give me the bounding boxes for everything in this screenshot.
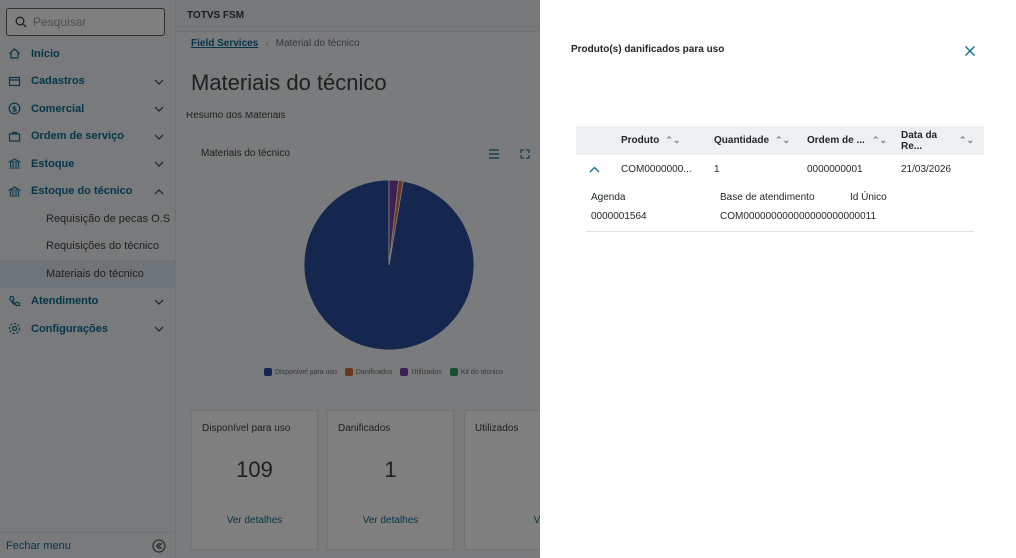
column-header-label: Produto xyxy=(621,135,660,146)
products-table: Produto ⌃⌄ Quantidade ⌃⌄ Ordem de ... ⌃⌄ Da… xyxy=(576,126,984,232)
detail-value-base: COM000000000000000000000011 xyxy=(720,211,877,222)
column-header-label: Data da Re... xyxy=(901,129,938,152)
cell-produto: COM0000000... xyxy=(621,164,692,175)
column-header-label: Ordem de ... xyxy=(807,135,865,146)
chevron-up-icon[interactable] xyxy=(589,155,600,184)
table-header: Produto ⌃⌄ Quantidade ⌃⌄ Ordem de ... ⌃⌄ Da… xyxy=(576,126,984,155)
cell-data: 21/03/2026 xyxy=(901,164,952,175)
drawer-title: Produto(s) danificados para uso xyxy=(571,44,725,55)
detail-label-base: Base de atendimento xyxy=(720,192,815,203)
column-header-quantidade[interactable]: Quantidade ⌃⌄ xyxy=(714,126,790,155)
sort-icon[interactable]: ⌃⌄ xyxy=(872,135,887,146)
cell-quantidade: 1 xyxy=(714,164,720,175)
sort-icon[interactable]: ⌃⌄ xyxy=(775,135,790,146)
column-header-data[interactable]: Data da Re... ⌃⌄ xyxy=(901,126,974,155)
drawer-panel: Produto(s) danificados para uso Produto ⌃… xyxy=(540,0,1016,558)
detail-label-agenda: Agenda xyxy=(591,192,626,203)
close-icon[interactable] xyxy=(963,44,977,58)
sort-icon[interactable]: ⌃⌄ xyxy=(959,135,974,146)
table-row[interactable]: COM0000000... 1 0000000001 21/03/2026 xyxy=(576,155,984,184)
column-header-produto[interactable]: Produto ⌃⌄ xyxy=(621,126,680,155)
row-detail: Agenda Base de atendimento Id Único 0000… xyxy=(586,184,974,232)
cell-ordem: 0000000001 xyxy=(807,164,863,175)
column-header-ordem[interactable]: Ordem de ... ⌃⌄ xyxy=(807,126,887,155)
column-header-label: Quantidade xyxy=(714,135,770,146)
modal-overlay[interactable] xyxy=(0,0,540,558)
sort-icon[interactable]: ⌃⌄ xyxy=(665,135,680,146)
detail-label-id: Id Único xyxy=(850,192,887,203)
app-root: Pesquisar Início Cadastros $ Comercial O… xyxy=(0,0,1016,558)
detail-value-agenda: 0000001564 xyxy=(591,211,647,222)
